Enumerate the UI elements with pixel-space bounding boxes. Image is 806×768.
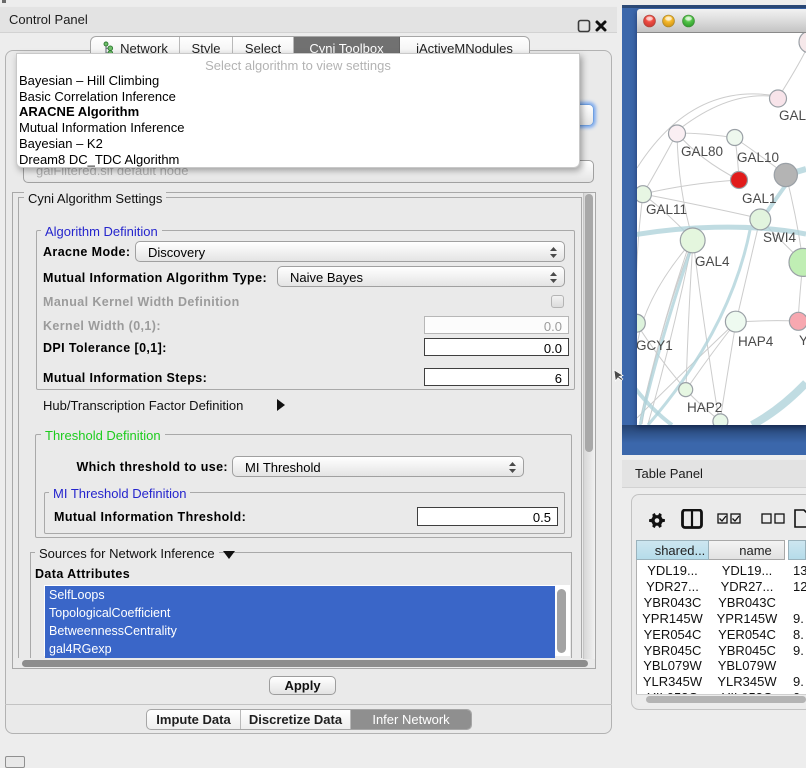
svg-text:HAP2: HAP2 [687, 400, 722, 415]
svg-text:GAL10: GAL10 [737, 150, 779, 165]
svg-text:GAL4: GAL4 [695, 254, 730, 269]
svg-text:HAP4: HAP4 [738, 334, 774, 349]
svg-text:Y: Y [799, 333, 806, 348]
svg-text:GAL80: GAL80 [681, 144, 723, 159]
svg-text:SWI4: SWI4 [763, 230, 796, 245]
svg-text:GAL: GAL [779, 108, 806, 123]
svg-text:GAL11: GAL11 [646, 202, 687, 217]
svg-text:GCY1: GCY1 [637, 338, 673, 353]
svg-text:GAL1: GAL1 [742, 191, 777, 206]
